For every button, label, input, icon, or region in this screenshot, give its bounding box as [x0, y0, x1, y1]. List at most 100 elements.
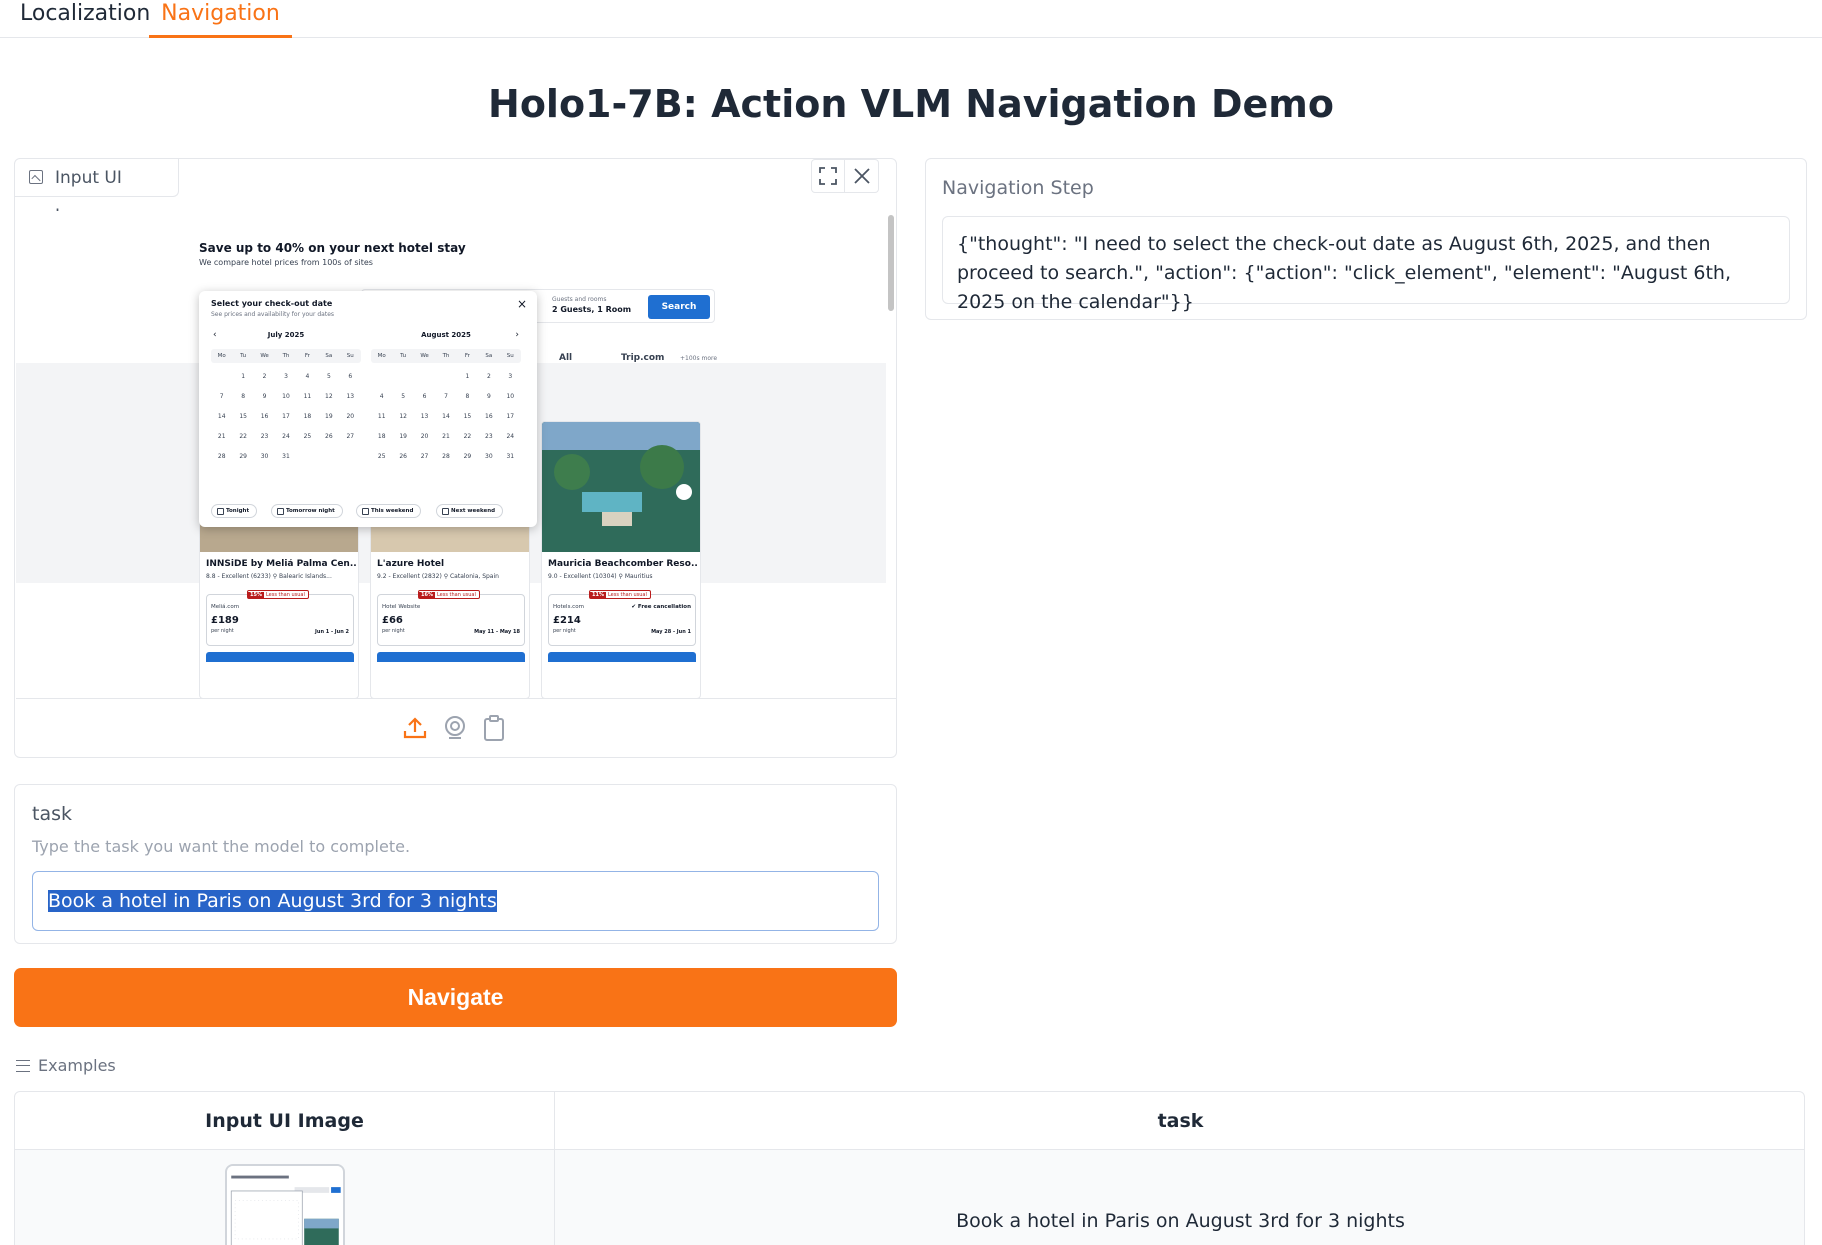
hotel-card: Mauricia Beachcomber Reso... 9.0 - Excel… [541, 421, 701, 698]
calendar-day: 26 [325, 433, 333, 440]
calendar-day: 25 [377, 453, 386, 460]
view-deal-button [377, 652, 525, 662]
deal-per-night: per night [211, 628, 234, 634]
image-scrollbar[interactable] [888, 215, 894, 311]
page-title: Holo1-7B: Action VLM Navigation Demo [488, 82, 1334, 126]
hotel-name: L'azure Hotel [377, 559, 445, 569]
guests-label: Guests and rooms [552, 296, 607, 303]
calendar-day: 26 [399, 453, 407, 460]
calendar-day: 1 [465, 373, 470, 380]
upload-icon[interactable] [401, 714, 429, 742]
table-row[interactable]: Book a hotel in Paris on August 3rd for … [15, 1150, 1804, 1245]
deal-price: £66 [382, 615, 403, 626]
calendar-day: 1 [241, 373, 246, 380]
calendar-day: 9 [486, 393, 491, 400]
calendar-day: 30 [485, 453, 493, 460]
weekday-row: Mo Tu We Th Fr Sa Su [371, 349, 521, 363]
tab-localization[interactable]: Localization [20, 0, 150, 38]
examples-header-task: task [1157, 1110, 1204, 1132]
hotel-rating: 9.0 - Excellent (10304) ⚲ Mauritius [548, 573, 653, 580]
fullscreen-icon [819, 167, 837, 185]
calendar-day: 2 [486, 373, 491, 380]
calendar-day: 6 [422, 393, 427, 400]
deal-badge: 11% Less than usual [589, 590, 651, 599]
hotel-deal: 16% Less than usual Hotel Website £66 per… [377, 590, 525, 646]
hotel-deal: 15% Less than usual Meliá.com £189 per ni… [206, 590, 354, 646]
calendar-blank [392, 371, 413, 382]
examples-table: Input UI Image task Book a hotel in Pari… [14, 1091, 1805, 1245]
clipboard-icon[interactable] [480, 714, 508, 742]
view-deal-button [206, 652, 354, 662]
popup-close-icon: × [516, 297, 527, 311]
weekday-label: Mo [217, 353, 226, 359]
task-input[interactable]: Book a hotel in Paris on August 3rd for … [32, 871, 879, 931]
weekday-label: Mo [377, 353, 386, 359]
weekday-label: Tu [400, 353, 407, 359]
image-icon [29, 170, 43, 184]
checkout-date-popup: Select your check-out date See prices an… [199, 291, 537, 527]
image-source-toolbar [15, 699, 896, 757]
chip-this-weekend: This weekend [356, 504, 422, 518]
navigate-button[interactable]: Navigate [14, 968, 897, 1027]
free-cancellation: ✔ Free cancellation [631, 604, 691, 610]
deal-dates: May 28 - Jun 1 [651, 629, 691, 635]
example-thumbnail[interactable] [225, 1164, 345, 1245]
popup-title: Select your check-out date [211, 299, 333, 308]
calendar-day: 22 [239, 433, 247, 440]
promo-title: Save up to 40% on your next hotel stay [199, 241, 466, 255]
list-icon [16, 1060, 30, 1072]
partner-trip: Trip.com [621, 353, 665, 363]
image-preview[interactable]: Save up to 40% on your next hotel stay W… [16, 211, 896, 699]
task-label: task [32, 803, 72, 825]
view-deal-button [548, 652, 696, 662]
calendar-day: 31 [282, 453, 290, 460]
popup-subtitle: See prices and availability for your dat… [211, 311, 335, 318]
hotel-name: INNSiDE by Meliá Palma Cen... [206, 559, 356, 569]
webcam-icon[interactable] [441, 714, 469, 742]
examples-header: Input UI Image task [15, 1092, 1804, 1150]
tab-bar: Localization Navigation [0, 0, 1822, 38]
weekday-label: Tu [240, 353, 247, 359]
calendar-day: 11 [303, 393, 312, 400]
navigation-step-output[interactable]: {"thought": "I need to select the check-… [942, 216, 1790, 313]
deal-badge-pct: 11% [590, 592, 606, 598]
deal-badge-text: Less than usual [265, 592, 305, 598]
deal-badge-pct: 15% [248, 592, 264, 598]
calendar-day: 3 [508, 373, 513, 380]
deal-site: Hotel Website [382, 604, 421, 610]
close-image-button[interactable] [845, 159, 879, 193]
deal-per-night: per night [553, 628, 576, 634]
calendar-day: 18 [303, 413, 312, 420]
calendar-day: 10 [282, 393, 290, 400]
calendar-day: 21 [217, 433, 226, 440]
fullscreen-button[interactable] [811, 159, 845, 193]
deal-badge-text: Less than usual [436, 592, 476, 598]
calendar-day: 14 [217, 413, 226, 420]
calendar-day: 7 [219, 393, 224, 400]
calendar-day: 17 [506, 413, 515, 420]
calendar-day: 24 [506, 433, 515, 440]
calendar-day: 16 [260, 413, 269, 420]
calendar-day: 9 [262, 393, 267, 400]
chip-next-weekend: Next weekend [436, 504, 504, 518]
image-input-panel: Input UI Image Save up to 40% on your ne… [14, 158, 897, 758]
example-image-cell[interactable] [15, 1150, 555, 1245]
calendar-day: 16 [485, 413, 493, 420]
calendar-day: 19 [325, 413, 333, 420]
calendar-day: 13 [420, 413, 429, 420]
calendar-month: › August 2025 Mo Tu We Th Fr Sa Su 1 2 3 4 5 6 7 8 9 10… [371, 330, 521, 462]
calendar-month: ‹ July 2025 Mo Tu We Th Fr Sa Su 1 2 3 4 5 6 7 8 9 10 11… [211, 330, 361, 462]
calendar-day: 30 [260, 453, 269, 460]
hotel-photo [542, 422, 700, 552]
deal-badge: 16% Less than usual [418, 590, 480, 599]
tab-navigation[interactable]: Navigation [149, 0, 292, 38]
promo-subtitle: We compare hotel prices from 100s of sit… [199, 258, 373, 267]
task-panel: task Type the task you want the model to… [14, 784, 897, 944]
example-task-cell[interactable]: Book a hotel in Paris on August 3rd for … [555, 1210, 1804, 1232]
calendar-blank [211, 371, 232, 382]
calendar-day: 23 [485, 433, 493, 440]
weekday-label: Th [442, 353, 450, 359]
weekday-label: We [260, 353, 269, 359]
deal-badge-pct: 16% [419, 592, 435, 598]
calendar-day: 7 [444, 393, 448, 400]
